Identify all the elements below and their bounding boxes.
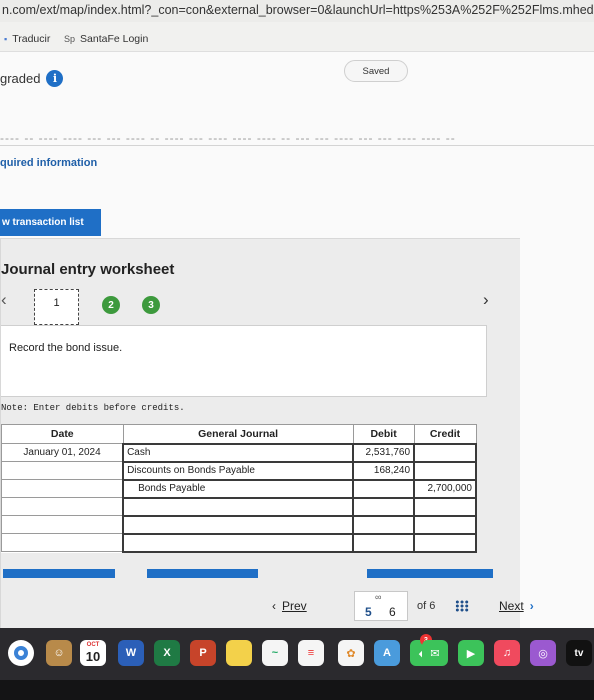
instruction-text: Record the bond issue. (9, 342, 123, 354)
account-cell[interactable]: Bonds Payable (122, 478, 355, 499)
podcasts-icon[interactable]: ◎ (530, 640, 556, 666)
next-entry-arrow-icon[interactable]: › (483, 290, 489, 310)
photos-icon[interactable]: ✿ (338, 640, 364, 666)
facetime-icon[interactable]: ▶ (458, 640, 484, 666)
debit-cell[interactable] (352, 532, 416, 553)
journal-entry-worksheet-panel: Journal entry worksheet ‹ 1 2 3 › Record… (0, 238, 520, 628)
debit-cell[interactable]: 168,240 (352, 460, 416, 481)
instruction-box: Record the bond issue. (1, 325, 487, 397)
bookmark-traducir[interactable]: ▪ Traducir (4, 33, 50, 45)
credit-cell[interactable]: 2,700,000 (413, 478, 477, 499)
table-row: Discounts on Bonds Payable 168,240 (1, 460, 477, 481)
debit-cell[interactable] (352, 478, 416, 499)
page-count: of 6 (417, 600, 436, 612)
powerpoint-icon[interactable]: P (190, 640, 216, 666)
dock: ☺ OCT 10 W X P ~ ≡ ✿ A ◆ 3 ✉ ▶ ♫ ◎ tv (0, 628, 594, 680)
browser-window: n.com/ext/map/index.html?_con=con&extern… (0, 0, 594, 628)
date-cell[interactable] (1, 497, 124, 516)
excel-icon[interactable]: X (154, 640, 180, 666)
divider (0, 145, 594, 146)
prev-question-button[interactable]: ‹ Prev (272, 599, 307, 613)
header-debit: Debit (352, 424, 415, 444)
chevron-right-icon: › (529, 599, 534, 613)
current-question-number[interactable]: 5 (365, 605, 372, 619)
header-date: Date (1, 424, 124, 444)
account-cell[interactable]: Discounts on Bonds Payable (122, 460, 355, 481)
address-bar[interactable]: n.com/ext/map/index.html?_con=con&extern… (0, 0, 594, 22)
debit-cell[interactable]: 2,531,760 (352, 442, 416, 463)
table-row (1, 496, 477, 517)
word-icon[interactable]: W (118, 640, 144, 666)
view-transaction-list-button[interactable]: w transaction list (0, 209, 101, 236)
freeform-icon[interactable]: ~ (262, 640, 288, 666)
debit-credit-note: Note: Enter debits before credits. (1, 403, 185, 413)
question-pager: ‹ Prev ∞ 5 6 of 6 Next › (0, 586, 594, 628)
debit-cell[interactable] (352, 496, 416, 517)
prev-entry-arrow-icon[interactable]: ‹ (1, 290, 7, 310)
translate-icon: ▪ (4, 34, 8, 44)
step-3-tab[interactable]: 3 (142, 296, 160, 314)
credit-cell[interactable] (413, 442, 477, 463)
debit-cell[interactable] (352, 514, 416, 535)
url-text: n.com/ext/map/index.html?_con=con&extern… (2, 3, 594, 17)
required-information-link[interactable]: quired information (0, 157, 97, 169)
question-number-6[interactable]: 6 (389, 605, 396, 619)
table-row: January 01, 2024 Cash 2,531,760 (1, 442, 477, 463)
account-cell[interactable] (122, 496, 355, 517)
table-row (1, 532, 477, 553)
date-cell[interactable] (1, 515, 124, 534)
credit-cell[interactable] (413, 514, 477, 535)
bookmarks-bar: ▪ Traducir Sp SantaFe Login (0, 22, 594, 52)
music-icon[interactable]: ♫ (494, 640, 520, 666)
chevron-left-icon: ‹ (272, 599, 276, 613)
link-icon: ∞ (375, 592, 382, 602)
page-number-box: ∞ 5 6 (354, 591, 408, 621)
next-question-button[interactable]: Next › (499, 599, 534, 613)
messages-icon[interactable]: ✉ (422, 640, 448, 666)
date-cell[interactable] (1, 533, 124, 552)
table-row: Bonds Payable 2,700,000 (1, 478, 477, 499)
grid-menu-icon[interactable] (455, 600, 469, 612)
reminders-icon[interactable]: ≡ (298, 640, 324, 666)
journal-table: Date General Journal Debit Credit Januar… (1, 424, 477, 553)
date-cell[interactable] (1, 461, 124, 480)
view-general-journal-button[interactable] (367, 569, 493, 578)
saved-badge: Saved (344, 60, 408, 82)
bookmark-santafe-login[interactable]: Sp SantaFe Login (64, 33, 148, 45)
apple-tv-icon[interactable]: tv (566, 640, 592, 666)
screen-bezel (0, 680, 594, 700)
record-entry-button[interactable] (3, 569, 115, 578)
account-cell[interactable]: Cash (122, 442, 355, 463)
chrome-icon[interactable] (8, 640, 34, 666)
cutoff-question-text: ---- -- ---- ---- --- --- ---- -- ---- -… (0, 131, 456, 140)
notes-icon[interactable] (226, 640, 252, 666)
table-row (1, 514, 477, 535)
header-credit: Credit (413, 424, 477, 444)
sp-logo-icon: Sp (64, 34, 76, 44)
info-icon[interactable]: i (46, 70, 64, 87)
app-store-icon[interactable]: A (374, 640, 400, 666)
assignment-page: graded i Saved ---- -- ---- ---- --- ---… (0, 52, 594, 628)
account-cell[interactable] (122, 514, 355, 535)
credit-cell[interactable] (413, 496, 477, 517)
credit-cell[interactable] (413, 532, 477, 553)
contacts-icon[interactable]: ☺ (46, 640, 72, 666)
account-cell[interactable] (122, 532, 355, 553)
step-1-tab[interactable]: 1 (34, 289, 79, 325)
calendar-icon[interactable]: OCT 10 (80, 640, 106, 666)
date-cell[interactable] (1, 479, 124, 498)
date-cell[interactable]: January 01, 2024 (1, 443, 124, 462)
credit-cell[interactable] (413, 460, 477, 481)
graded-status: graded i (0, 70, 64, 87)
header-general-journal: General Journal (122, 424, 354, 444)
worksheet-title: Journal entry worksheet (1, 261, 175, 278)
step-2-tab[interactable]: 2 (102, 296, 120, 314)
clear-entry-button[interactable] (147, 569, 258, 578)
